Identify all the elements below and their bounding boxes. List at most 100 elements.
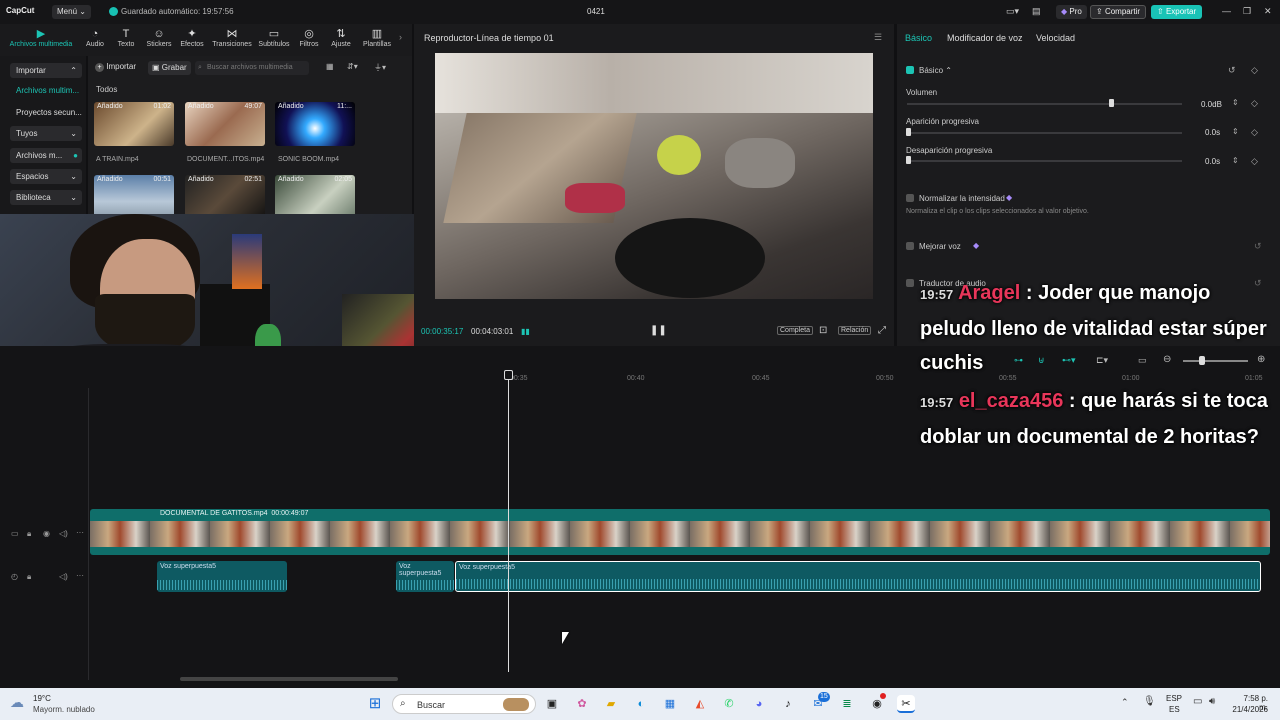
notepad-icon[interactable]: ≣ [838,695,856,713]
media-thumbnail[interactable]: Añadido 02:05 [275,175,355,219]
tool-adjust[interactable]: ⇅ Ajuste [322,27,360,48]
lock-icon[interactable]: 🔒︎ [27,529,31,539]
weather-temp[interactable]: 19°C [33,694,51,703]
full-quality-button[interactable]: Completa [777,326,813,335]
player-menu-icon[interactable]: ☰ [874,32,882,43]
tiktok-icon[interactable]: ♪ [779,695,797,713]
keyframe-icon[interactable]: ◇ [1251,65,1258,76]
cover-icon[interactable]: ▭ [11,529,19,538]
discord-icon[interactable]: ◕ [750,695,768,713]
more-icon[interactable]: ··· [76,528,84,537]
timeline-scrollbar[interactable] [180,677,398,681]
playhead-handle[interactable] [504,370,513,380]
minimize-icon[interactable]: — [1222,6,1231,16]
volume-icon[interactable]: ◁) [59,529,68,538]
media-thumbnail[interactable]: Añadido 49:07 [185,102,265,146]
microphone-icon[interactable]: 🎙︎ [1143,696,1156,707]
audio-translator-checkbox[interactable] [906,279,914,287]
media-search-input[interactable]: ⌕ Buscar archivos multimedia [195,61,309,75]
weather-desc[interactable]: Mayorm. nublado [33,705,95,714]
sidebar-item-media-files[interactable]: Archivos multim... [10,83,82,98]
tool-transitions[interactable]: ⋈ Transiciones [211,27,253,48]
close-icon[interactable]: ✕ [1264,6,1272,17]
file-explorer-icon[interactable]: ▰ [602,695,620,713]
stepper-icon[interactable]: ⇕ [1232,98,1239,107]
import-button[interactable]: + Importar [95,62,136,74]
volume-slider[interactable] [907,103,1182,105]
taskbar-search[interactable]: ⌕ Buscar [392,694,536,714]
fadein-slider[interactable] [907,132,1182,134]
lock-icon[interactable]: 🔒︎ [27,572,31,582]
keyframe-icon[interactable]: ◇ [1251,127,1258,138]
store-icon[interactable]: ▦ [661,695,679,713]
fadeout-value[interactable]: 0.0s [1205,157,1220,166]
tool-effects[interactable]: ✦ Efectos [173,27,211,48]
copilot-icon[interactable]: ✿ [573,695,591,713]
tool-templates[interactable]: ▥ Plantillas [356,27,398,48]
chevron-right-icon[interactable]: › [399,32,402,42]
windows-start-icon[interactable]: ⊞ [366,695,384,713]
fadeout-slider[interactable] [907,160,1182,162]
enhance-voice-checkbox[interactable] [906,242,914,250]
pro-button[interactable]: ◆ Pro [1056,5,1087,19]
language-primary[interactable]: ESP [1166,694,1182,703]
media-thumbnail[interactable]: Añadido 01:02 [94,102,174,146]
media-thumbnail[interactable]: Añadido 00:51 [94,175,174,219]
chevron-up-icon[interactable]: ⌃ [1121,697,1129,708]
fadein-value[interactable]: 0.0s [1205,128,1220,137]
capcut-taskbar-icon[interactable]: ✂ [897,695,915,713]
media-thumbnail[interactable]: Añadido 02:51 [185,175,265,219]
fadein-slider-handle[interactable] [906,128,911,136]
sidebar-item-import[interactable]: Importar ⌃ [10,63,82,78]
sidebar-item-secondary-projects[interactable]: Proyectos secun... [10,105,82,120]
edge-icon[interactable]: ◐ [632,695,650,713]
view-grid-icon[interactable]: ▦ [326,62,334,71]
fullscreen-icon[interactable]: ⤢ [878,325,886,336]
audio-clip[interactable]: Voz superpuesta5 [157,561,287,592]
pause-button[interactable]: ❚❚ [650,325,667,336]
volume-value[interactable]: 0.0dB [1201,100,1222,109]
stepper-icon[interactable]: ⇕ [1232,156,1239,165]
normalize-checkbox[interactable] [906,194,914,202]
whatsapp-icon[interactable]: ✆ [720,695,738,713]
sidebar-item-yours[interactable]: Tuyos ⌄ [10,126,82,141]
export-button[interactable]: ⇧ Exportar [1151,5,1203,19]
volume-icon[interactable]: ◁) [59,572,68,581]
basic-checkbox[interactable] [906,66,914,74]
playhead[interactable] [508,372,509,672]
brave-icon[interactable]: ◭ [691,695,709,713]
maximize-icon[interactable]: ❐ [1243,6,1251,17]
keyframe-icon[interactable]: ◇ [1251,98,1258,109]
network-icon[interactable]: ▭ [1193,696,1202,707]
menu-button[interactable]: Menú ⌄ [52,5,91,19]
weather-icon[interactable]: ☁ [10,694,24,711]
sidebar-item-spaces[interactable]: Espacios ⌄ [10,169,82,184]
ratio-button[interactable]: Relación [838,326,872,335]
eye-icon[interactable]: ◉ [43,529,50,538]
tab-voice-changer[interactable]: Modificador de voz [947,33,1023,43]
snapshot-icon[interactable]: ⊡ [819,325,827,336]
tab-speed[interactable]: Velocidad [1036,33,1075,43]
video-preview[interactable] [435,53,873,299]
fadeout-slider-handle[interactable] [906,156,911,164]
sidebar-item-library[interactable]: Biblioteca ⌄ [10,190,82,205]
more-icon[interactable]: ··· [76,571,84,580]
tool-subtitles[interactable]: ▭ Subtítulos [255,27,293,48]
reset-icon[interactable]: ↺ [1254,241,1262,252]
share-button[interactable]: ⇪ Compartir [1090,5,1147,19]
shortcuts-icon[interactable]: ▤ [1032,6,1041,17]
audio-clip-selected[interactable]: Voz superpuesta5 [455,561,1261,592]
layout-icon[interactable]: ▭▾ [1006,6,1019,17]
clock-date[interactable]: 21/4/2026 [1227,705,1268,714]
audio-clip[interactable]: Voz superpuesta5 [396,561,454,592]
filter-icon[interactable]: ⏚▾ [374,62,386,73]
stepper-icon[interactable]: ⇕ [1232,127,1239,136]
sidebar-item-files[interactable]: Archivos m... ● [10,148,82,163]
tool-media[interactable]: ▶ Archivos multimedia [4,27,78,48]
media-thumbnail[interactable]: Añadido 11:... [275,102,355,146]
record-button[interactable]: ▣ Grabar [148,61,191,75]
keyframe-icon[interactable]: ◇ [1251,156,1258,167]
speaker-icon[interactable]: 🔊︎ [1209,696,1215,707]
language-secondary[interactable]: ES [1169,705,1180,714]
sort-icon[interactable]: ⇵▾ [347,62,358,71]
